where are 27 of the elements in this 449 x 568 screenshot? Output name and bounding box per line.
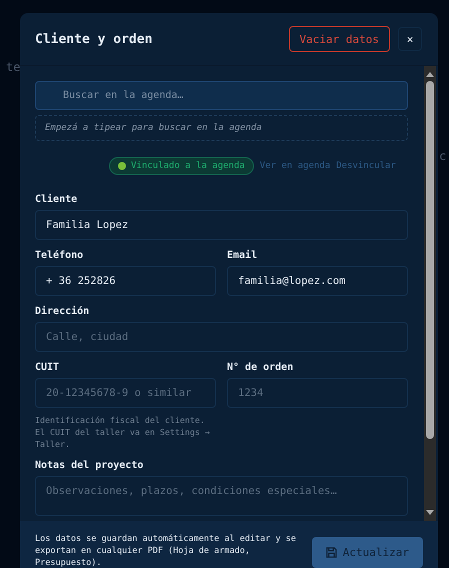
clear-data-button[interactable]: Vaciar datos <box>288 26 390 52</box>
scrollbar[interactable] <box>424 66 436 521</box>
background-text: te <box>6 60 20 74</box>
field-label: Email <box>227 250 258 261</box>
notes-field[interactable]: Observaciones, plazos, condiciones especiales… <box>35 476 408 516</box>
status-dot-icon <box>118 162 126 170</box>
field-label: Teléfono <box>35 250 84 261</box>
input-field[interactable]: Familia Lopez <box>35 210 408 240</box>
save-icon <box>326 546 337 558</box>
search-field[interactable]: Buscar en la agenda… <box>35 81 408 110</box>
field-label: CUIT <box>35 362 60 373</box>
help-text: Identificación fiscal del cliente. El CUIT del taller va en Settings → Taller. <box>35 414 211 450</box>
input-field[interactable]: familia@lopez.com <box>227 266 408 296</box>
field-label: N° de orden <box>227 362 294 373</box>
background-text: c <box>439 149 446 163</box>
field-label: Cliente <box>35 194 78 205</box>
input-field[interactable]: Calle, ciudad <box>35 322 408 352</box>
close-button[interactable]: × <box>398 27 422 51</box>
search-hint: Empezá a tipear para buscar en la agenda <box>35 115 408 141</box>
input-field[interactable]: + 36 252826 <box>35 266 216 296</box>
linked-badge: Vinculado a la agenda <box>109 157 254 175</box>
input-field[interactable]: 1234 <box>227 378 408 408</box>
field-label: Dirección <box>35 306 90 317</box>
input-field[interactable]: 20-12345678-9 o similar <box>35 378 216 408</box>
dialog-title: Cliente y orden <box>35 32 154 46</box>
footer-text: Los datos se guardan automáticamente al editar y se exportan en cualquier PDF (Hoja de armado, Presupuesto). <box>35 534 297 568</box>
field-label: Notas del proyecto <box>35 460 144 472</box>
